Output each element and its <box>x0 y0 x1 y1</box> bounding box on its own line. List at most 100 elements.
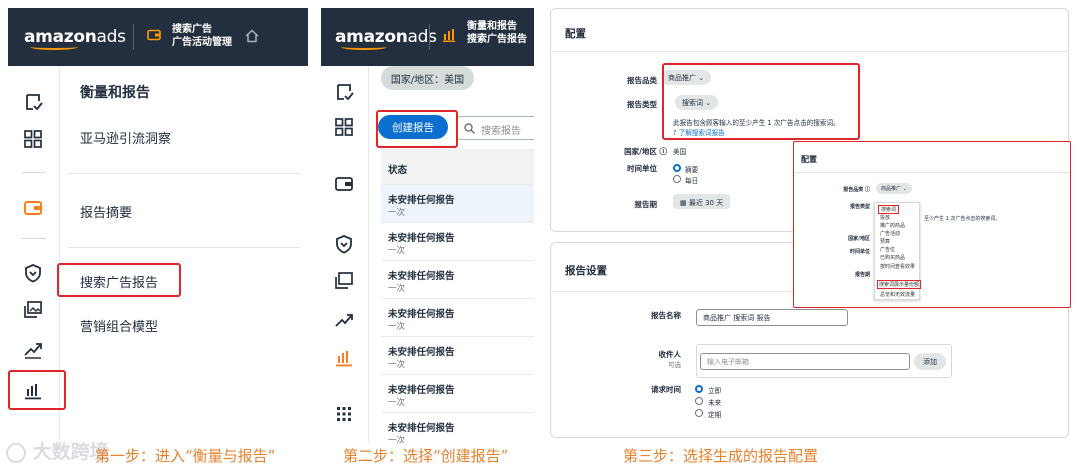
report-name-input[interactable]: 商品推广 搜索词 报告 <box>696 309 848 326</box>
menu-item-marketing-mix-model[interactable]: 营销组合模型 <box>80 316 158 335</box>
brand-shield-icon[interactable] <box>22 262 44 284</box>
table-row[interactable]: 未安排任何报告 一次 <box>381 223 534 261</box>
search-placeholder: 搜索报告 <box>481 126 521 137</box>
radio-daily[interactable] <box>673 175 681 183</box>
dropdown-option[interactable]: 广告活动 <box>880 230 900 237</box>
trend-up-icon[interactable] <box>22 338 44 360</box>
reports-bar-chart-icon[interactable] <box>333 346 355 368</box>
dropdown-option[interactable]: 搜索词 <box>878 205 900 214</box>
breadcrumb-line1[interactable]: 搜索广告 <box>172 24 212 36</box>
dashboard-grid-icon[interactable] <box>333 116 355 138</box>
row-frequency: 一次 <box>388 322 406 332</box>
time-unit-label: 时间单位 <box>627 164 657 173</box>
zoom-time-label: 时间单位 <box>849 249 870 255</box>
wallet-icon <box>147 29 161 41</box>
zoomed-config-overlay: 配置 报告品类 ⓘ 商品推广 ⌄ 报告类型 至少产生 1 次广告点击的搜索词。 … <box>793 141 1071 308</box>
campaign-wallet-icon[interactable] <box>22 197 44 219</box>
row-frequency: 一次 <box>388 284 406 294</box>
topbar-divider <box>429 24 430 50</box>
zoom-desc: 至少产生 1 次广告点击的搜索词。 <box>924 216 1001 222</box>
dropdown-option[interactable]: 推广的商品 <box>880 222 905 229</box>
dropdown-option[interactable]: 按时间查看效果 <box>880 263 915 270</box>
media-gallery-icon[interactable] <box>333 270 355 292</box>
row-status: 未安排任何报告 <box>388 195 455 206</box>
dropdown-option[interactable]: 总览和无效流量 <box>880 291 915 298</box>
breadcrumb-line2[interactable]: 广告活动管理 <box>172 37 232 49</box>
row-status: 未安排任何报告 <box>388 271 455 282</box>
radio-now[interactable] <box>695 385 703 393</box>
table-row[interactable]: 未安排任何报告 一次 <box>381 299 534 337</box>
brand-shield-icon[interactable] <box>333 233 355 255</box>
radio-daily-label: 每日 <box>685 177 699 185</box>
apps-grid-icon[interactable] <box>333 403 355 425</box>
table-row[interactable]: 未安排任何报告 一次 <box>381 185 534 223</box>
radio-future[interactable] <box>695 397 703 405</box>
calendar-icon: ▦ <box>680 199 687 207</box>
zoom-title: 配置 <box>801 155 817 164</box>
email-input[interactable]: 输入电子邮箱 <box>700 353 910 370</box>
row-status: 未安排任何报告 <box>388 385 455 396</box>
search-icon <box>464 123 475 134</box>
menu-divider <box>68 173 300 174</box>
report-name-label: 报告名称 <box>651 311 681 320</box>
icon-rail <box>321 66 369 443</box>
top-navigation-bar: amazonads 搜索广告 广告活动管理 <box>8 8 308 66</box>
media-gallery-icon[interactable] <box>22 299 44 321</box>
top-navigation-bar: amazonads 衡量和报告 搜索广告报告 <box>321 8 534 66</box>
logo-smile-icon <box>341 44 387 50</box>
row-status: 未安排任何报告 <box>388 233 455 244</box>
table-row[interactable]: 未安排任何报告 一次 <box>381 337 534 375</box>
breadcrumb-line2[interactable]: 搜索广告报告 <box>467 34 527 46</box>
topbar-divider <box>133 24 134 50</box>
logo-smile-icon <box>30 44 78 50</box>
zoom-category-dropdown[interactable]: 商品推广 ⌄ <box>876 183 912 194</box>
trend-up-icon[interactable] <box>333 309 355 331</box>
checklist-icon[interactable] <box>22 91 44 113</box>
recipient-optional: 可选 <box>668 361 681 369</box>
checklist-icon[interactable] <box>333 81 355 103</box>
campaign-wallet-icon[interactable] <box>333 173 355 195</box>
caption-step1: 第一步：进入“衡量与报告” <box>95 447 276 465</box>
radio-recurring-label: 定期 <box>708 411 722 419</box>
config-title: 配置 <box>565 28 586 40</box>
dropdown-option[interactable]: 预算 <box>880 238 890 245</box>
period-picker[interactable]: ▦ 最近 30 天 <box>673 194 731 209</box>
zoom-period-label: 报告期 <box>854 272 870 278</box>
country-value: 美国 <box>673 148 687 156</box>
menu-item-brand-insights[interactable]: 亚马逊引流洞察 <box>80 128 171 147</box>
table-header: 状态 <box>381 149 534 185</box>
row-status: 未安排任何报告 <box>388 423 455 434</box>
radio-summary-label: 摘要 <box>685 166 699 174</box>
menu-item-report-summary[interactable]: 报告摘要 <box>80 202 132 221</box>
settings-title: 报告设置 <box>565 265 607 277</box>
dropdown-option[interactable]: 广告位 <box>880 246 895 253</box>
search-reports-field[interactable]: 搜索报告 <box>456 116 534 140</box>
report-type-label: 报告类型 <box>627 100 657 109</box>
divider <box>794 172 1070 173</box>
country-label: 国家/地区 ⓘ <box>624 147 667 156</box>
column-header-status[interactable]: 状态 <box>388 162 407 176</box>
menu-divider <box>68 247 300 248</box>
dropdown-option[interactable]: 已购买商品 <box>880 254 905 261</box>
table-row[interactable]: 未安排任何报告 一次 <box>381 261 534 299</box>
breadcrumb-line1[interactable]: 衡量和报告 <box>467 21 517 33</box>
radio-recurring[interactable] <box>695 409 703 417</box>
add-email-button[interactable]: 添加 <box>914 353 946 370</box>
dropdown-option[interactable]: 投放 <box>880 214 890 221</box>
table-row[interactable]: 未安排任何报告 一次 <box>381 413 534 443</box>
watermark: 大数跨境 <box>6 437 109 464</box>
dropdown-option[interactable]: 搜索词展示量份额 <box>877 280 922 289</box>
highlight-box <box>662 63 860 140</box>
home-icon[interactable] <box>244 29 260 43</box>
country-filter-chip[interactable]: 国家/地区：美国 <box>381 66 474 90</box>
reports-bar-icon <box>443 29 455 42</box>
highlight-box <box>8 370 66 410</box>
period-label: 报告期 <box>634 200 658 209</box>
table-row[interactable]: 未安排任何报告 一次 <box>381 375 534 413</box>
dashboard-grid-icon[interactable] <box>22 128 44 150</box>
radio-summary[interactable] <box>673 164 681 172</box>
row-status: 未安排任何报告 <box>388 309 455 320</box>
panel-step2: amazonads 衡量和报告 搜索广告报告 国家/地区：美国 创建报告 搜索报… <box>321 8 534 443</box>
schedule-label: 请求时间 <box>651 385 681 394</box>
zoom-type-label: 报告类型 <box>849 204 870 210</box>
